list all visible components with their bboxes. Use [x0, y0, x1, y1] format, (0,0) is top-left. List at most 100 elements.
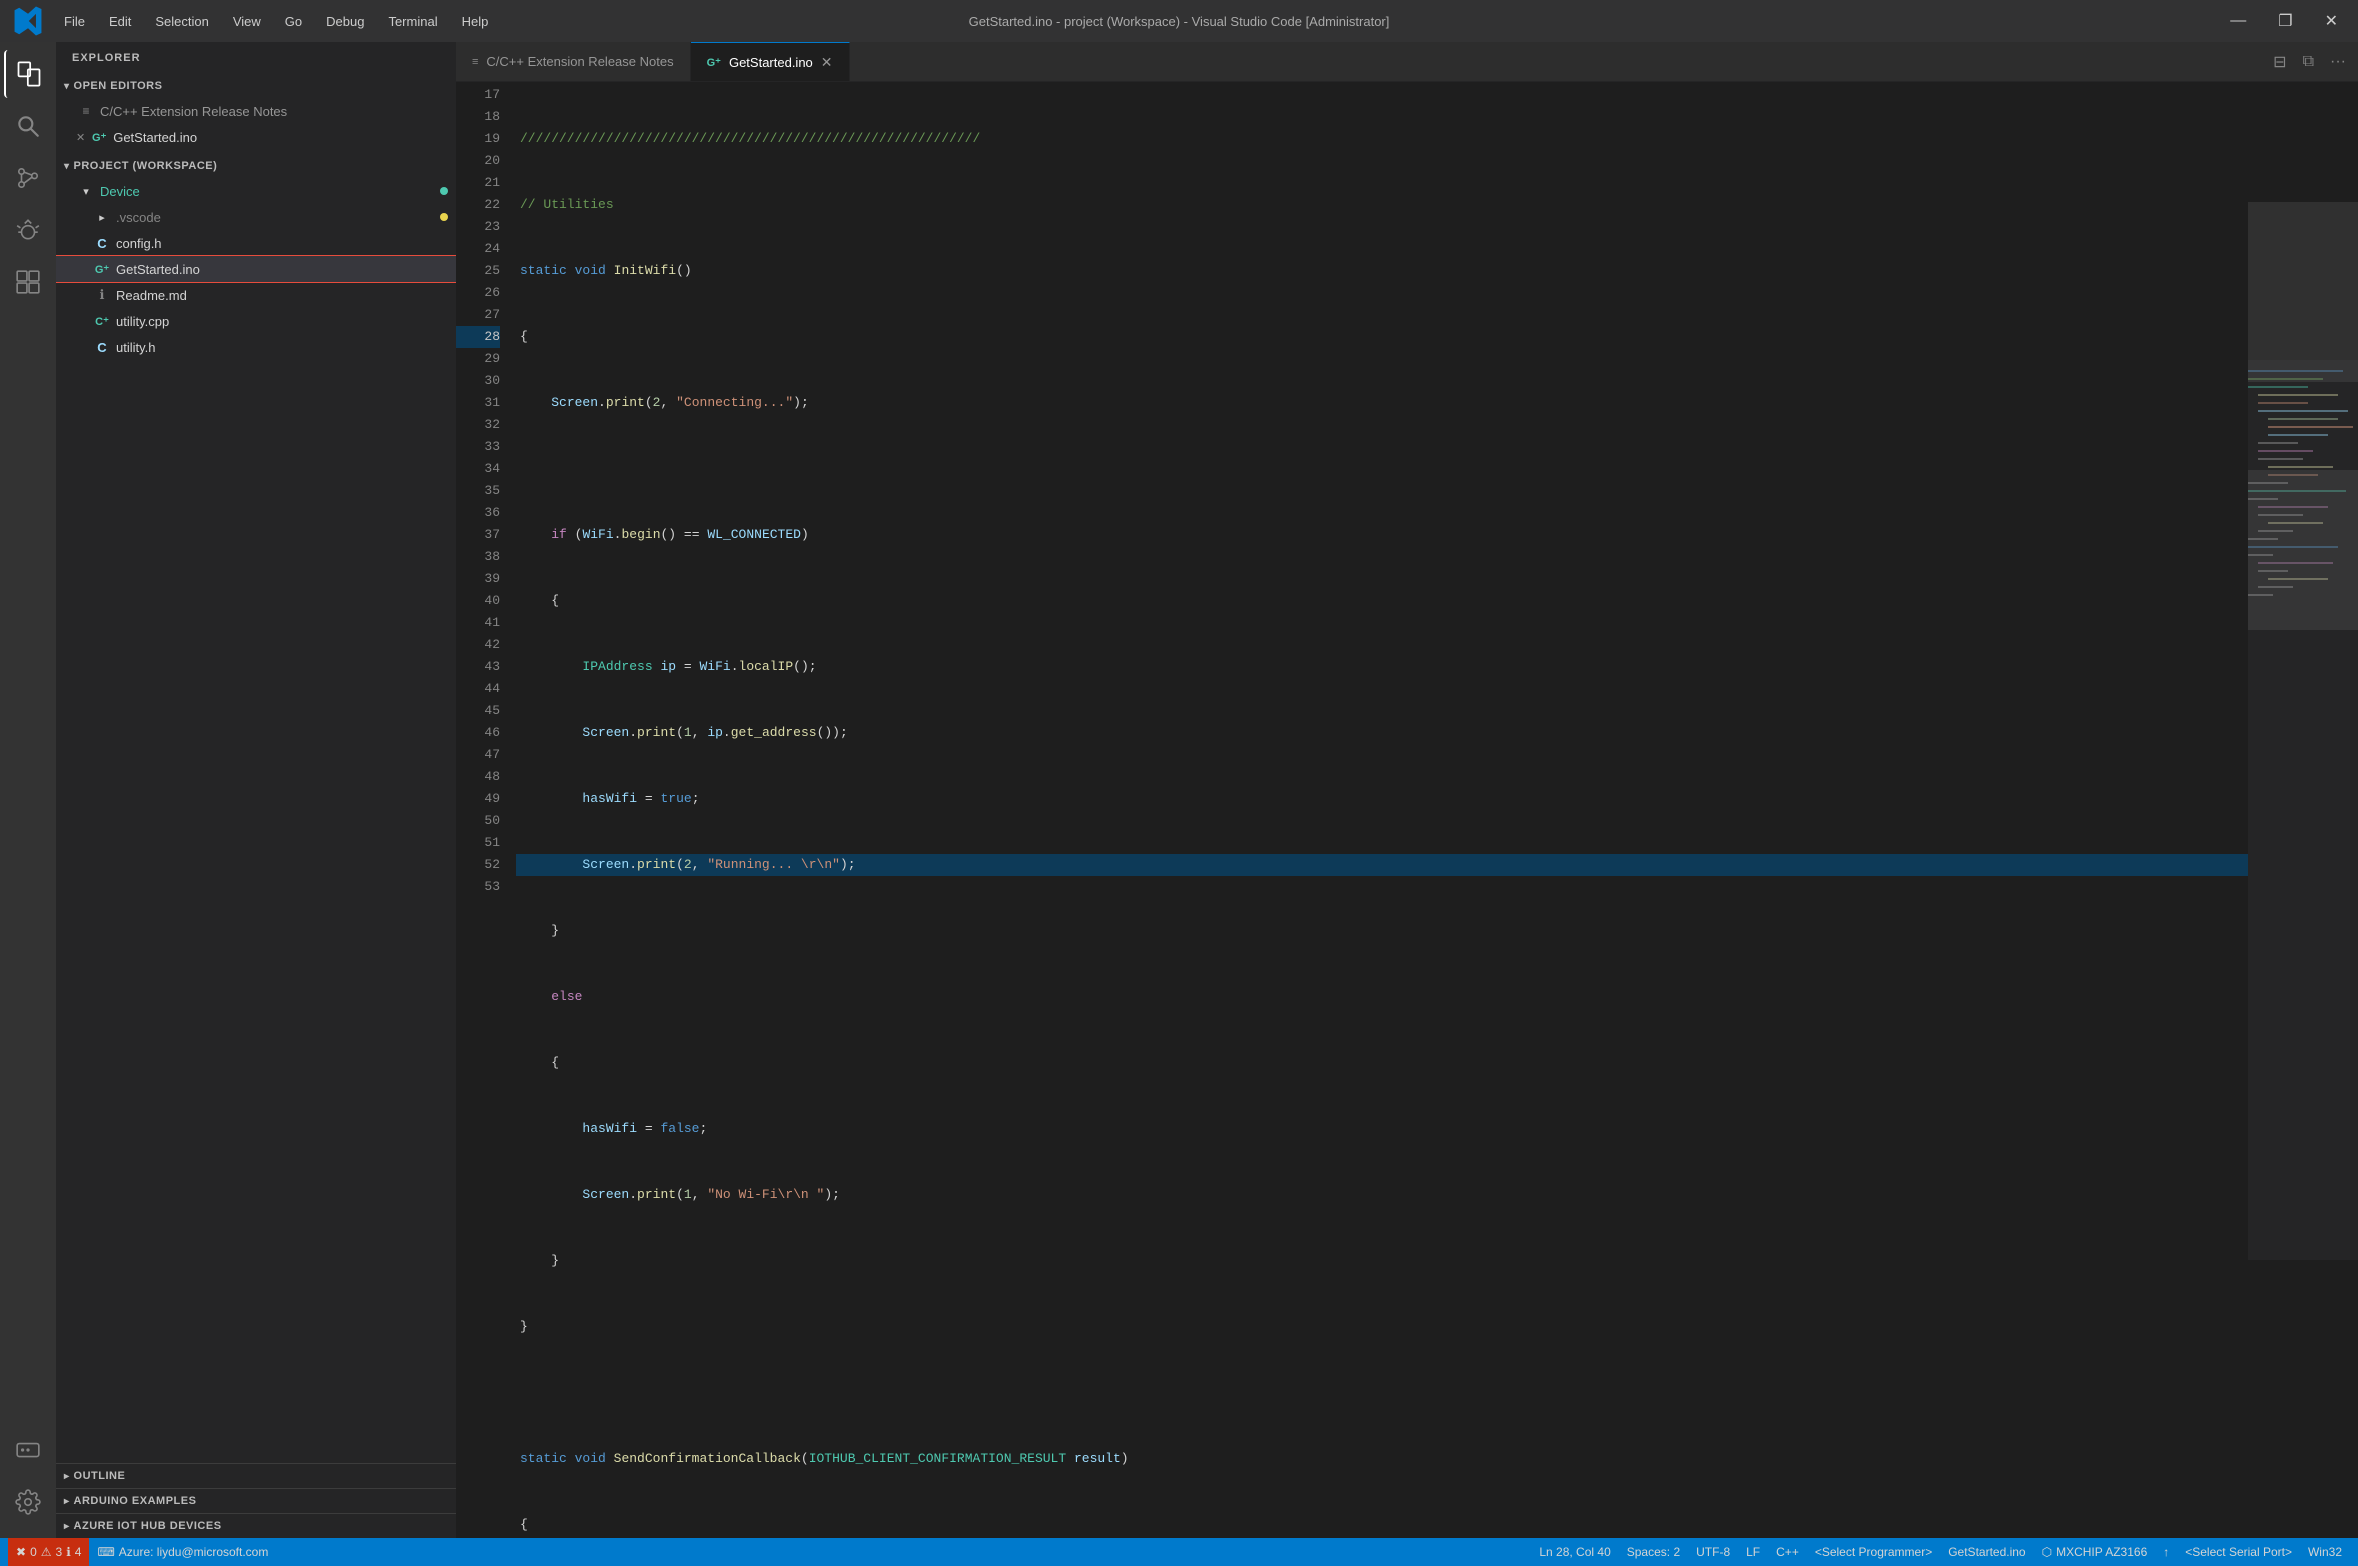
- menu-go[interactable]: Go: [275, 10, 312, 33]
- getstarted-ino-item[interactable]: G⁺ GetStarted.ino: [56, 256, 456, 282]
- editor-area: ≡ C/C++ Extension Release Notes G⁺ GetSt…: [456, 42, 2358, 1538]
- menu-selection[interactable]: Selection: [145, 10, 218, 33]
- settings-icon: [15, 1489, 41, 1515]
- source-control-activity-item[interactable]: [4, 154, 52, 202]
- open-editor-getstarted[interactable]: ✕ G⁺ GetStarted.ino: [56, 124, 456, 150]
- info-icon: ℹ: [66, 1545, 71, 1559]
- debug-icon: [15, 217, 41, 243]
- outline-label: OUTLINE: [74, 1470, 126, 1482]
- getstarted-tab-close[interactable]: ✕: [821, 55, 833, 69]
- status-select-programmer[interactable]: <Select Programmer>: [1807, 1538, 1940, 1566]
- readme-md-item[interactable]: ℹ Readme.md: [56, 282, 456, 308]
- status-encoding[interactable]: UTF-8: [1688, 1538, 1738, 1566]
- info-count: 4: [75, 1545, 82, 1559]
- arduino-examples-title[interactable]: ▸ ARDUINO EXAMPLES: [56, 1489, 456, 1513]
- code-content[interactable]: ////////////////////////////////////////…: [516, 82, 2248, 1538]
- status-upload-icon[interactable]: ↑: [2155, 1538, 2177, 1566]
- project-section[interactable]: ▾ PROJECT (WORKSPACE): [56, 154, 456, 178]
- vscode-folder[interactable]: ▸ .vscode: [56, 204, 456, 230]
- window-title: GetStarted.ino - project (Workspace) - V…: [969, 14, 1390, 29]
- minimap-slider[interactable]: [2248, 202, 2358, 382]
- close-button[interactable]: ✕: [2317, 7, 2346, 35]
- close-open-editor-icon[interactable]: ✕: [76, 131, 85, 144]
- maximize-button[interactable]: ❐: [2270, 7, 2300, 35]
- vscode-logo-icon: [12, 5, 44, 37]
- device-folder-arrow: ▾: [76, 181, 96, 201]
- utility-cpp-label: utility.cpp: [116, 314, 169, 329]
- utility-cpp-icon: C⁺: [92, 311, 112, 331]
- status-position[interactable]: Ln 28, Col 40: [1531, 1538, 1618, 1566]
- release-notes-label: C/C++ Extension Release Notes: [100, 104, 287, 119]
- project-arrow: ▾: [64, 161, 70, 172]
- status-sketch-file[interactable]: GetStarted.ino: [1940, 1538, 2033, 1566]
- status-language[interactable]: C++: [1768, 1538, 1807, 1566]
- explorer-activity-item[interactable]: [4, 50, 52, 98]
- outline-arrow: ▸: [64, 1471, 70, 1482]
- source-control-icon: [15, 165, 41, 191]
- status-spaces[interactable]: Spaces: 2: [1619, 1538, 1688, 1566]
- config-h-item[interactable]: C config.h: [56, 230, 456, 256]
- minimize-button[interactable]: —: [2222, 8, 2254, 34]
- azure-iot-hub-devices-section: ▸ AZURE IOT HUB DEVICES: [56, 1513, 456, 1538]
- open-editors-btn[interactable]: ⊟: [2269, 48, 2290, 76]
- getstarted-tab-icon: G⁺: [707, 56, 721, 69]
- select-serial-port-label: <Select Serial Port>: [2185, 1545, 2292, 1559]
- tabs-bar: ≡ C/C++ Extension Release Notes G⁺ GetSt…: [456, 42, 2358, 82]
- outline-title[interactable]: ▸ OUTLINE: [56, 1464, 456, 1488]
- menu-edit[interactable]: Edit: [99, 10, 141, 33]
- warning-count: 3: [56, 1545, 63, 1559]
- remote-status-label: Azure: liydu@microsoft.com: [119, 1545, 269, 1559]
- error-icon: ✖: [16, 1545, 26, 1559]
- search-activity-item[interactable]: [4, 102, 52, 150]
- more-actions-btn[interactable]: ···: [2326, 49, 2350, 75]
- status-board[interactable]: ⬡ MXCHIP AZ3166: [2034, 1538, 2156, 1566]
- title-bar: File Edit Selection View Go Debug Termin…: [0, 0, 2358, 42]
- open-editors-label: OPEN EDITORS: [74, 80, 163, 92]
- menu-terminal[interactable]: Terminal: [378, 10, 447, 33]
- split-editor-btn[interactable]: ⧉: [2299, 49, 2318, 75]
- minimap[interactable]: [2248, 82, 2358, 1538]
- upload-icon: ↑: [2163, 1545, 2169, 1559]
- azure-iot-hub-devices-title[interactable]: ▸ AZURE IOT HUB DEVICES: [56, 1514, 456, 1538]
- explorer-icon: [15, 60, 43, 88]
- open-editors-section[interactable]: ▾ OPEN EDITORS: [56, 74, 456, 98]
- menu-debug[interactable]: Debug: [316, 10, 374, 33]
- debug-activity-item[interactable]: [4, 206, 52, 254]
- arduino-examples-arrow: ▸: [64, 1496, 70, 1507]
- status-left: ✖ 0 ⚠ 3 ℹ 4 ⌨ Azure: liydu@microsoft.com: [8, 1538, 276, 1566]
- status-os[interactable]: Win32: [2300, 1538, 2350, 1566]
- window-controls: — ❐ ✕: [2222, 7, 2346, 35]
- explorer-section: ▾ OPEN EDITORS ≡ C/C++ Extension Release…: [56, 74, 456, 1463]
- device-folder[interactable]: ▾ Device: [56, 178, 456, 204]
- config-h-icon: C: [92, 233, 112, 253]
- utility-cpp-item[interactable]: C⁺ utility.cpp: [56, 308, 456, 334]
- release-notes-tab-label: C/C++ Extension Release Notes: [486, 54, 673, 69]
- extensions-activity-item[interactable]: [4, 258, 52, 306]
- readme-md-label: Readme.md: [116, 288, 187, 303]
- status-errors[interactable]: ✖ 0 ⚠ 3 ℹ 4: [8, 1538, 89, 1566]
- utility-h-item[interactable]: C utility.h: [56, 334, 456, 360]
- tab-getstarted[interactable]: G⁺ GetStarted.ino ✕: [691, 42, 850, 81]
- warning-icon: ⚠: [41, 1545, 52, 1559]
- settings-activity-item[interactable]: [4, 1478, 52, 1526]
- remote-activity-item[interactable]: [4, 1426, 52, 1474]
- project-tree: ▾ Device ▸ .vscode C config.h G⁺: [56, 178, 456, 360]
- arduino-examples-section: ▸ ARDUINO EXAMPLES: [56, 1488, 456, 1513]
- status-remote[interactable]: ⌨ Azure: liydu@microsoft.com: [89, 1538, 276, 1566]
- status-select-serial-port[interactable]: <Select Serial Port>: [2177, 1538, 2300, 1566]
- vscode-folder-label: .vscode: [116, 210, 161, 225]
- getstarted-ino-icon: G⁺: [92, 259, 112, 279]
- getstarted-ino-label: GetStarted.ino: [116, 262, 200, 277]
- open-editor-release-notes[interactable]: ≡ C/C++ Extension Release Notes: [56, 98, 456, 124]
- menu-help[interactable]: Help: [452, 10, 499, 33]
- tab-release-notes[interactable]: ≡ C/C++ Extension Release Notes: [456, 42, 691, 81]
- menu-view[interactable]: View: [223, 10, 271, 33]
- menu-file[interactable]: File: [54, 10, 95, 33]
- status-line-ending[interactable]: LF: [1738, 1538, 1768, 1566]
- sidebar: EXPLORER ▾ OPEN EDITORS ≡ C/C++ Extensio…: [56, 42, 456, 1538]
- sketch-file-label: GetStarted.ino: [1948, 1545, 2025, 1559]
- device-dot: [440, 187, 448, 195]
- search-icon: [15, 113, 41, 139]
- vscode-dot: [440, 213, 448, 221]
- remote-status-icon: ⌨: [97, 1545, 114, 1559]
